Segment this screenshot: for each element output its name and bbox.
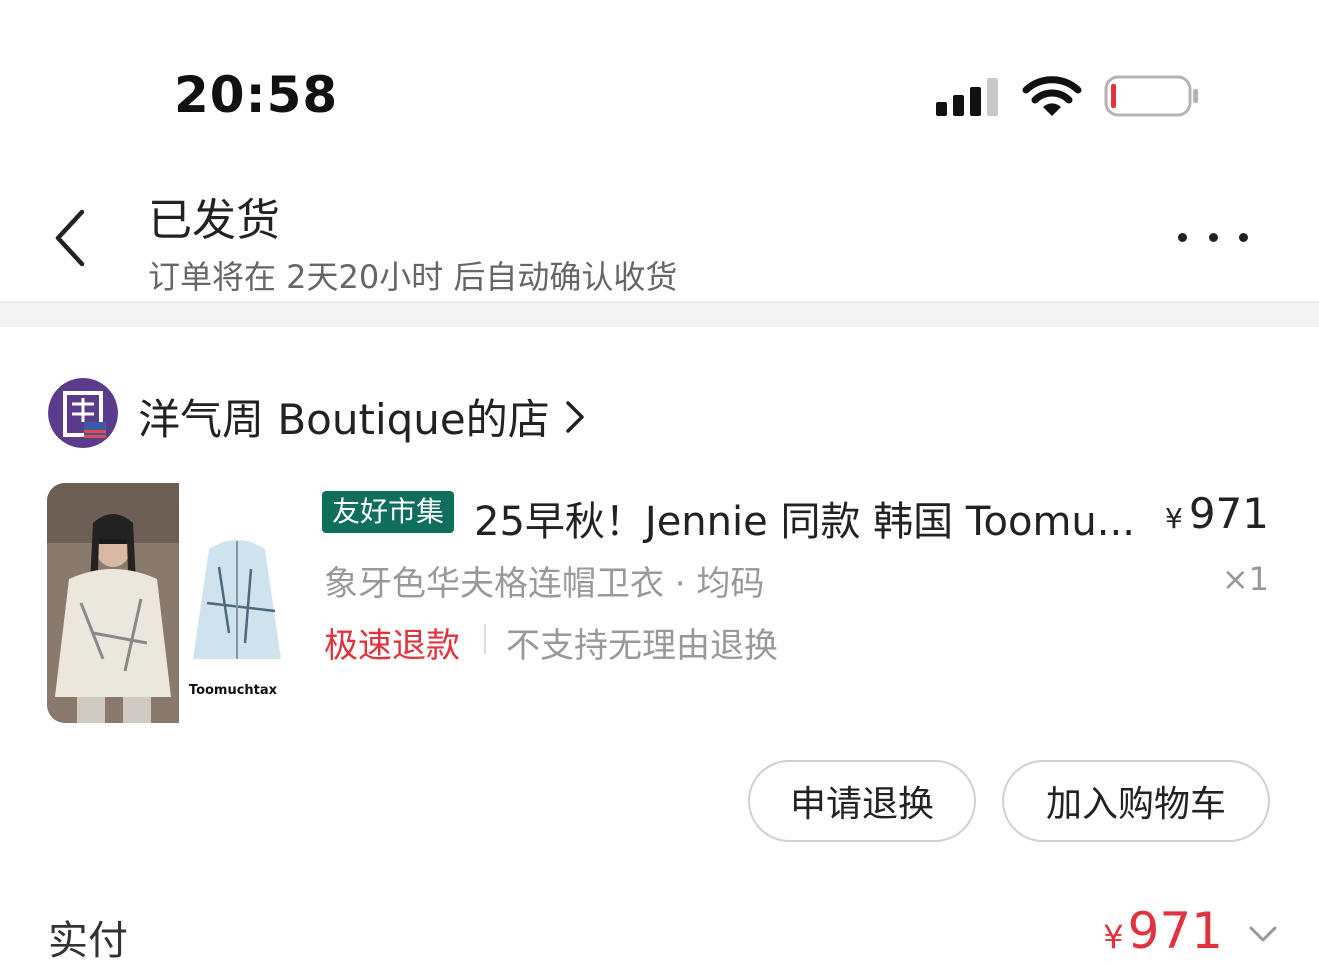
return-policy-tag: 不支持无理由退换 — [506, 626, 778, 666]
page-title: 已发货 — [148, 195, 280, 246]
product-variant: 象牙色华夫格连帽卫衣 · 均码 — [324, 564, 765, 604]
paid-value: 971 — [1127, 902, 1223, 960]
status-time: 20:58 — [174, 66, 339, 124]
apply-refund-button[interactable]: 申请退换 — [748, 760, 976, 842]
chevron-left-icon[interactable] — [50, 208, 90, 268]
more-dots-icon[interactable] — [1178, 214, 1248, 260]
product-quantity: ×1 — [1221, 560, 1269, 598]
paid-symbol: ¥ — [1103, 918, 1124, 956]
price-value: 971 — [1188, 489, 1269, 538]
chevron-down-icon[interactable] — [1248, 924, 1278, 944]
cellular-signal-icon — [936, 78, 998, 116]
price-symbol: ¥ — [1165, 502, 1183, 535]
fast-refund-tag: 极速退款 — [324, 626, 460, 666]
battery-low-icon — [1104, 75, 1198, 117]
product-price: ¥971 — [1165, 489, 1269, 538]
product-image[interactable]: Toomuchtax — [47, 483, 287, 723]
paid-amount: ¥971 — [1103, 902, 1223, 960]
chevron-right-icon — [566, 400, 584, 433]
paid-label: 实付 — [48, 918, 128, 964]
shop-link[interactable]: 洋气周 Boutique的店 — [138, 386, 586, 447]
section-gap — [0, 303, 1319, 327]
product-title[interactable]: 25早秋！Jennie 同款 韩国 Toomu... — [474, 489, 1164, 547]
more-dot — [1239, 232, 1248, 242]
more-dot — [1178, 232, 1187, 242]
auto-confirm-notice: 订单将在 2天20小时 后自动确认收货 — [148, 258, 678, 296]
add-to-cart-button[interactable]: 加入购物车 — [1002, 760, 1270, 842]
shop-name: 洋气周 Boutique的店 — [138, 395, 550, 444]
image-caption: Toomuchtax — [189, 683, 278, 698]
market-badge: 友好市集 — [322, 491, 455, 533]
shop-avatar[interactable] — [48, 378, 118, 448]
tag-separator — [484, 624, 486, 654]
more-dot — [1208, 232, 1218, 242]
wifi-icon — [1022, 76, 1082, 116]
